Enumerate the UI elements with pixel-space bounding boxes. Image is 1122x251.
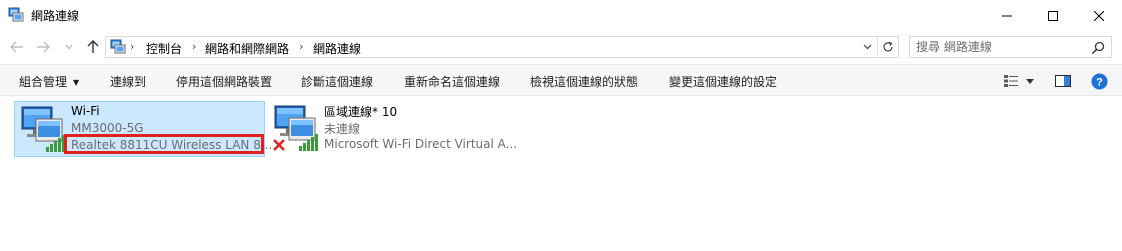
connection-device: Microsoft Wi-Fi Direct Virtual A... [324,137,518,151]
search-input[interactable] [916,39,1086,55]
diagnose-connection-button[interactable]: 診斷這個連線 [301,73,373,90]
back-button[interactable] [8,37,26,57]
caret-down-icon: ▼ [73,78,80,87]
help-icon: ? [1091,73,1107,89]
view-status-button[interactable]: 檢視這個連線的狀態 [530,73,638,90]
breadcrumb-control-panel[interactable]: 控制台 [146,40,182,57]
view-menu-button[interactable] [1024,72,1036,90]
breadcrumb-network-and-internet[interactable]: 網路和網際網路 [205,40,289,57]
connection-status: MM3000-5G [71,121,144,135]
chevron-down-icon [863,44,872,50]
organize-label: 組合管理 [19,75,68,89]
maximize-icon [1048,10,1058,21]
disconnected-x-icon [273,139,285,151]
window-title: 網路連線 [31,9,80,23]
maximize-button[interactable] [1030,0,1076,31]
breadcrumb-separator: › [130,40,135,53]
address-bar[interactable]: › 控制台 › 網路和網際網路 › 網路連線 [105,36,899,58]
wireless-network-adapter-icon [273,105,318,151]
title-bar: 網路連線 [0,0,1122,31]
organize-menu-button[interactable]: 組合管理 ▼ [19,73,79,90]
connection-tile-local-area-10[interactable]: 區域連線* 10 未連線 Microsoft Wi-Fi Direct Virt… [268,101,528,157]
connection-name: Wi-Fi [71,104,100,118]
recent-locations-button[interactable] [62,37,76,57]
command-bar: 組合管理 ▼ 連線到 停用這個網路裝置 診斷這個連線 重新命名這個連線 檢視這個連… [0,64,1122,96]
arrow-right-icon [37,41,50,53]
minimize-icon [1002,15,1012,16]
connection-name: 區域連線* 10 [324,105,398,119]
caret-down-icon [1026,78,1034,84]
minimize-button[interactable] [984,0,1030,31]
svg-text:?: ? [1096,76,1103,88]
connect-to-button[interactable]: 連線到 [110,73,146,90]
arrow-left-icon [10,41,23,53]
network-connections-app-icon [8,7,24,22]
breadcrumb-separator[interactable]: › [192,40,196,53]
change-settings-button[interactable]: 變更這個連線的設定 [669,73,777,90]
close-icon [1094,10,1104,21]
control-panel-icon [110,39,126,54]
close-button[interactable] [1076,0,1122,31]
address-history-button[interactable] [858,37,878,57]
refresh-icon [883,41,893,52]
breadcrumb-separator[interactable]: › [299,40,303,53]
up-button[interactable] [84,37,102,57]
preview-pane-button[interactable] [1054,72,1072,90]
search-icon[interactable] [1090,40,1106,56]
arrow-up-icon [87,40,99,53]
chevron-down-icon [65,44,73,50]
help-button[interactable]: ? [1090,72,1108,90]
device-highlight-annotation [64,134,264,154]
disable-device-button[interactable]: 停用這個網路裝置 [176,73,272,90]
breadcrumb-network-connections[interactable]: 網路連線 [313,40,361,57]
wireless-network-adapter-icon [21,106,65,152]
forward-button[interactable] [34,37,52,57]
connection-status: 未連線 [324,122,361,136]
preview-pane-icon [1055,75,1071,87]
connections-view: Wi-Fi MM3000-5G Realtek 8811CU Wireless … [0,97,1122,251]
rename-connection-button[interactable]: 重新命名這個連線 [404,73,500,90]
refresh-button[interactable] [878,37,898,57]
navigation-bar: › 控制台 › 網路和網際網路 › 網路連線 [0,31,1122,63]
change-view-button[interactable] [1003,72,1019,90]
search-field[interactable] [909,36,1112,58]
view-options-icon [1004,75,1018,87]
